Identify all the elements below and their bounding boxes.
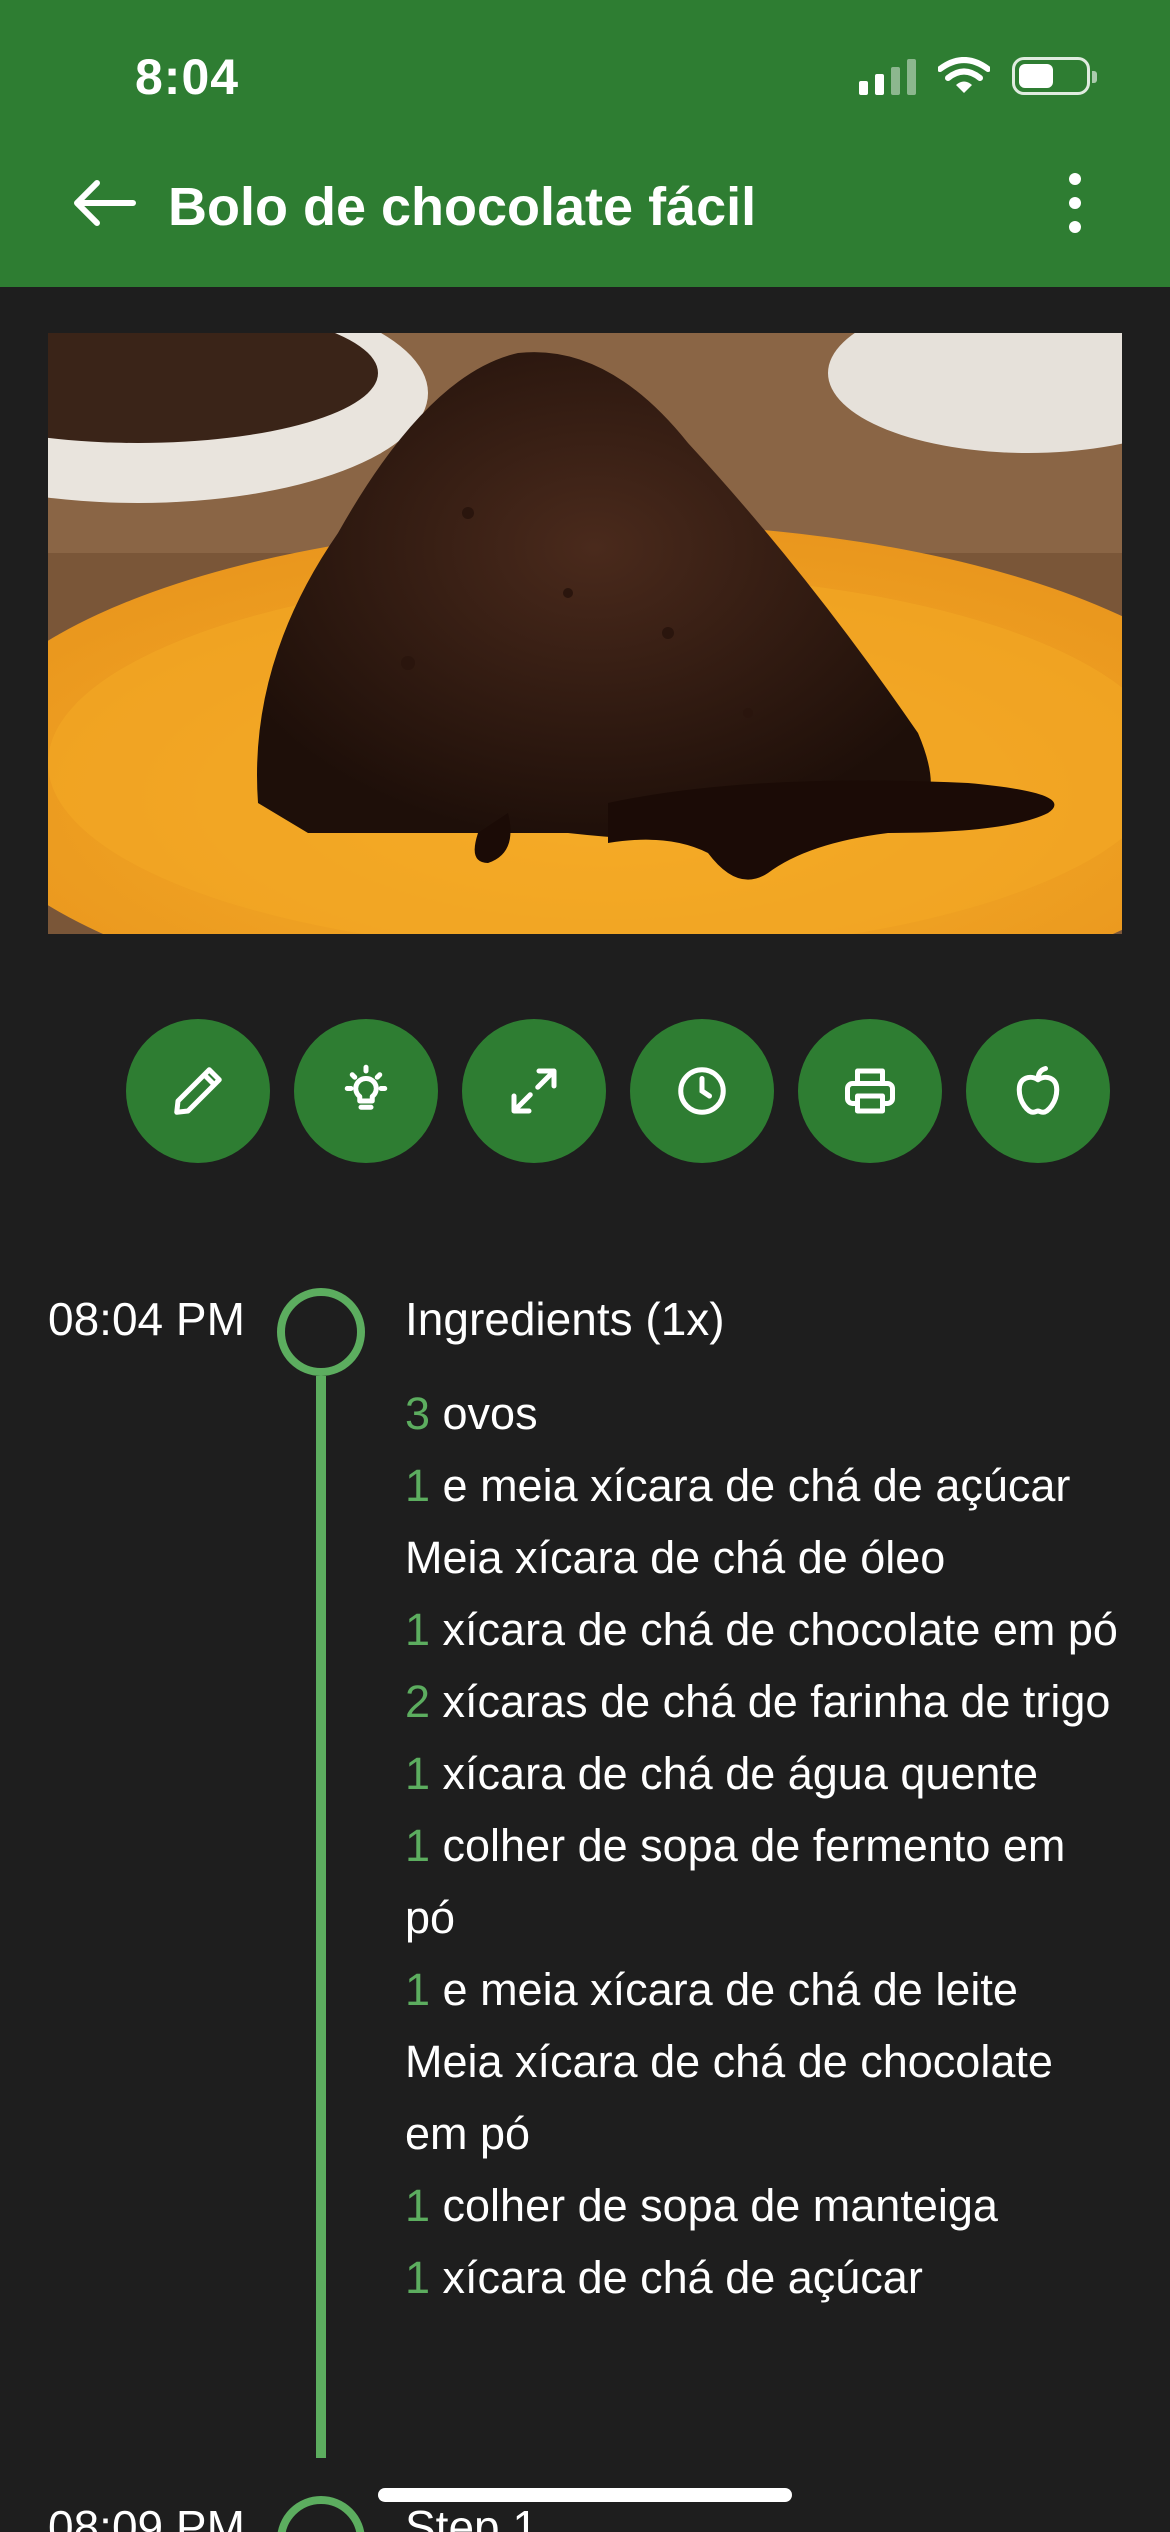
edit-button[interactable] (126, 1019, 270, 1163)
battery-icon (1012, 57, 1097, 95)
ingredient-qty: 2 (405, 1676, 431, 1727)
ingredient-qty: 1 (405, 1460, 431, 1511)
chocolate-cake-photo (48, 333, 1122, 934)
clock-icon (678, 1067, 726, 1115)
ingredient-qty: 1 (405, 1604, 431, 1655)
list-item: 1 xícara de chá de água quente (405, 1738, 1125, 1810)
timeline-time: 08:04 PM (48, 1293, 245, 1345)
ingredient-text: xícara de chá de água quente (430, 1748, 1038, 1799)
back-button[interactable] (70, 168, 140, 238)
list-item: 1 colher de sopa de fermento em pó (405, 1810, 1125, 1954)
more-options-button[interactable] (1050, 168, 1100, 238)
ingredient-qty: 1 (405, 1748, 431, 1799)
expand-icon (511, 1068, 557, 1114)
timeline-marker (277, 2496, 365, 2532)
pencil-icon (174, 1067, 222, 1115)
print-button[interactable] (798, 1019, 942, 1163)
printer-icon (845, 1068, 895, 1114)
home-indicator[interactable] (378, 2488, 792, 2502)
ingredient-qty: 1 (405, 2252, 431, 2303)
ingredient-text: xícara de chá de chocolate em pó (430, 1604, 1118, 1655)
ingredient-text: Meia xícara de chá de óleo (405, 1532, 946, 1583)
tips-button[interactable] (294, 1019, 438, 1163)
list-item: 1 colher de sopa de manteiga (405, 2170, 1125, 2242)
list-item: Meia xícara de chá de chocolate em pó (405, 2026, 1125, 2170)
ingredient-text: e meia xícara de chá de açúcar (430, 1460, 1071, 1511)
ingredient-text: ovos (430, 1388, 538, 1439)
nutrition-button[interactable] (966, 1019, 1110, 1163)
list-item: 2 xícaras de chá de farinha de trigo (405, 1666, 1125, 1738)
status-icons (859, 56, 1097, 96)
list-item: Meia xícara de chá de óleo (405, 1522, 1125, 1594)
wifi-icon (938, 57, 990, 93)
list-item: 1 xícara de chá de açúcar (405, 2242, 1125, 2314)
step-title: Step 1 (405, 2501, 538, 2532)
more-vertical-icon (1069, 173, 1081, 185)
action-bar (126, 1019, 1110, 1163)
app-header: 8:04 Bolo de chocolate fácil (0, 0, 1170, 287)
ingredient-text: xícaras de chá de farinha de trigo (430, 1676, 1111, 1727)
ingredient-text: colher de sopa de manteiga (430, 2180, 998, 2231)
page-title: Bolo de chocolate fácil (168, 177, 757, 237)
apple-icon (1016, 1066, 1060, 1115)
ingredient-text: Meia xícara de chá de chocolate em pó (405, 2036, 1053, 2159)
timer-button[interactable] (630, 1019, 774, 1163)
ingredient-list: 3 ovos 1 e meia xícara de chá de açúcar … (405, 1378, 1125, 2314)
ingredient-qty: 1 (405, 2180, 431, 2231)
ingredient-qty: 1 (405, 1820, 431, 1871)
cellular-signal-icon (859, 57, 916, 95)
ingredient-text: xícara de chá de açúcar (430, 2252, 923, 2303)
ingredient-qty: 1 (405, 1964, 431, 2015)
timeline-time: 08:09 PM (48, 2501, 245, 2532)
ingredient-text: e meia xícara de chá de leite (430, 1964, 1018, 2015)
list-item: 1 e meia xícara de chá de açúcar (405, 1450, 1125, 1522)
arrow-left-icon (74, 180, 136, 226)
list-item: 1 xícara de chá de chocolate em pó (405, 1594, 1125, 1666)
list-item: 3 ovos (405, 1378, 1125, 1450)
timeline-marker (277, 1288, 365, 1376)
ingredient-qty: 3 (405, 1388, 431, 1439)
lightbulb-icon (344, 1064, 388, 1110)
status-time: 8:04 (135, 49, 240, 105)
recipe-photo (48, 333, 1122, 934)
ingredient-text: colher de sopa de fermento em pó (405, 1820, 1066, 1943)
fullscreen-button[interactable] (462, 1019, 606, 1163)
ingredients-title: Ingredients (1x) (405, 1293, 725, 1345)
timeline-line (316, 1376, 326, 2458)
list-item: 1 e meia xícara de chá de leite (405, 1954, 1125, 2026)
